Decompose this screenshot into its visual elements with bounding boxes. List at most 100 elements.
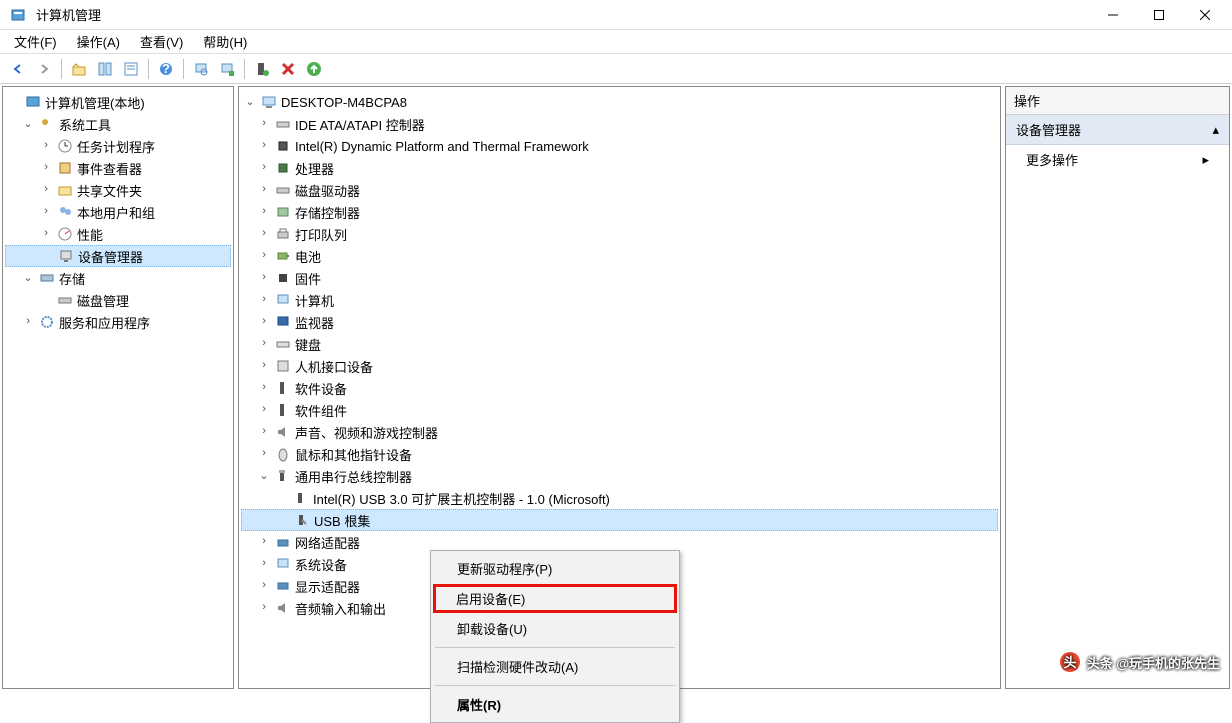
dev-storage-ctrl[interactable]: ›存储控制器 <box>241 201 998 223</box>
watermark: 头 头条 @玩手机的张先生 <box>1059 651 1220 673</box>
dev-monitor[interactable]: ›监视器 <box>241 311 998 333</box>
expand-icon[interactable]: › <box>257 602 271 614</box>
update-button[interactable] <box>302 57 326 81</box>
expand-icon[interactable]: › <box>39 184 53 196</box>
tree-disk-management[interactable]: 磁盘管理 <box>5 289 231 311</box>
expand-icon[interactable]: › <box>257 140 271 152</box>
expand-icon[interactable]: › <box>257 118 271 130</box>
expand-icon[interactable]: › <box>39 228 53 240</box>
battery-icon <box>275 248 291 264</box>
dev-keyboard[interactable]: ›键盘 <box>241 333 998 355</box>
expand-icon[interactable]: › <box>257 206 271 218</box>
right-panel: 操作 设备管理器 ▴ 更多操作 ▸ <box>1005 86 1230 689</box>
dev-intel-thermal[interactable]: ›Intel(R) Dynamic Platform and Thermal F… <box>241 135 998 157</box>
menu-help[interactable]: 帮助(H) <box>199 30 251 53</box>
ctx-scan-hw[interactable]: 扫描检测硬件改动(A) <box>433 651 677 682</box>
tree-local-users[interactable]: ›本地用户和组 <box>5 201 231 223</box>
expand-icon[interactable]: › <box>257 448 271 460</box>
dev-software-comp[interactable]: ›软件组件 <box>241 399 998 421</box>
dev-ide[interactable]: ›IDE ATA/ATAPI 控制器 <box>241 113 998 135</box>
ctx-update-driver[interactable]: 更新驱动程序(P) <box>433 553 677 584</box>
tree-device-manager[interactable]: 设备管理器 <box>5 245 231 267</box>
dev-usb-root-hub[interactable]: USB 根集 <box>241 509 998 531</box>
dev-computer-node[interactable]: ›计算机 <box>241 289 998 311</box>
expand-icon[interactable]: › <box>257 272 271 284</box>
hdd-icon <box>275 182 291 198</box>
tree-services-apps[interactable]: ›服务和应用程序 <box>5 311 231 333</box>
keyboard-icon <box>275 336 291 352</box>
collapse-arrow-icon: ▴ <box>1212 122 1219 138</box>
show-hide-tree-button[interactable] <box>93 57 117 81</box>
help-button[interactable]: ? <box>154 57 178 81</box>
dev-sound[interactable]: ›声音、视频和游戏控制器 <box>241 421 998 443</box>
menu-file[interactable]: 文件(F) <box>10 30 61 53</box>
menu-view[interactable]: 查看(V) <box>136 30 187 53</box>
collapse-icon[interactable]: ⌄ <box>21 117 35 131</box>
add-legacy-button[interactable] <box>215 57 239 81</box>
menu-action[interactable]: 操作(A) <box>73 30 124 53</box>
back-button[interactable] <box>6 57 30 81</box>
expand-icon[interactable]: › <box>257 250 271 262</box>
expand-icon[interactable]: › <box>257 426 271 438</box>
up-level-button[interactable] <box>67 57 91 81</box>
expand-icon[interactable]: › <box>257 404 271 416</box>
actions-category[interactable]: 设备管理器 ▴ <box>1006 115 1229 145</box>
dev-disk-drives[interactable]: ›磁盘驱动器 <box>241 179 998 201</box>
expand-icon[interactable]: › <box>257 558 271 570</box>
expand-icon[interactable]: › <box>257 536 271 548</box>
component-icon <box>275 402 291 418</box>
expand-icon[interactable]: › <box>257 162 271 174</box>
tree-system-tools[interactable]: ⌄系统工具 <box>5 113 231 135</box>
tree-event-viewer[interactable]: ›事件查看器 <box>5 157 231 179</box>
performance-icon <box>57 226 73 242</box>
dev-usb-ctrl[interactable]: ⌄通用串行总线控制器 <box>241 465 998 487</box>
ctx-separator <box>435 685 675 686</box>
minimize-button[interactable] <box>1090 0 1136 30</box>
expand-icon[interactable]: › <box>39 140 53 152</box>
tree-shared-folders[interactable]: ›共享文件夹 <box>5 179 231 201</box>
dev-usb-host[interactable]: Intel(R) USB 3.0 可扩展主机控制器 - 1.0 (Microso… <box>241 487 998 509</box>
ctx-properties[interactable]: 属性(R) <box>433 689 677 720</box>
dev-hid[interactable]: ›人机接口设备 <box>241 355 998 377</box>
expand-icon[interactable]: › <box>257 338 271 350</box>
maximize-button[interactable] <box>1136 0 1182 30</box>
ctx-uninstall[interactable]: 卸载设备(U) <box>433 613 677 644</box>
collapse-icon[interactable]: ⌄ <box>21 271 35 285</box>
dev-mouse[interactable]: ›鼠标和其他指针设备 <box>241 443 998 465</box>
scan-button[interactable] <box>189 57 213 81</box>
pc-icon <box>275 292 291 308</box>
expand-icon[interactable]: › <box>257 228 271 240</box>
tree-performance[interactable]: ›性能 <box>5 223 231 245</box>
expand-icon[interactable]: › <box>257 382 271 394</box>
hid-icon <box>275 358 291 374</box>
expand-icon[interactable]: › <box>257 184 271 196</box>
expand-icon[interactable]: › <box>39 206 53 218</box>
expand-icon[interactable]: › <box>257 316 271 328</box>
expand-icon[interactable]: › <box>257 294 271 306</box>
expand-icon[interactable]: › <box>257 360 271 372</box>
forward-button[interactable] <box>32 57 56 81</box>
expand-icon[interactable]: › <box>257 580 271 592</box>
dev-firmware[interactable]: ›固件 <box>241 267 998 289</box>
collapse-icon[interactable]: ⌄ <box>243 95 257 109</box>
expand-icon[interactable]: › <box>39 162 53 174</box>
uninstall-button[interactable] <box>276 57 300 81</box>
dev-print-queue[interactable]: ›打印队列 <box>241 223 998 245</box>
enable-button[interactable] <box>250 57 274 81</box>
users-icon <box>57 204 73 220</box>
disk-icon <box>57 292 73 308</box>
dev-cpu[interactable]: ›处理器 <box>241 157 998 179</box>
tree-storage[interactable]: ⌄存储 <box>5 267 231 289</box>
dev-software-dev[interactable]: ›软件设备 <box>241 377 998 399</box>
dev-battery[interactable]: ›电池 <box>241 245 998 267</box>
tree-root[interactable]: 计算机管理(本地) <box>5 91 231 113</box>
tree-task-scheduler[interactable]: ›任务计划程序 <box>5 135 231 157</box>
audio-icon <box>275 600 291 616</box>
expand-icon[interactable]: › <box>21 316 35 328</box>
properties-button[interactable] <box>119 57 143 81</box>
collapse-icon[interactable]: ⌄ <box>257 469 271 483</box>
close-button[interactable] <box>1182 0 1228 30</box>
actions-more[interactable]: 更多操作 ▸ <box>1006 145 1229 174</box>
ctx-enable-device[interactable]: 启用设备(E) <box>433 584 677 613</box>
dev-computer[interactable]: ⌄DESKTOP-M4BCPA8 <box>241 91 998 113</box>
